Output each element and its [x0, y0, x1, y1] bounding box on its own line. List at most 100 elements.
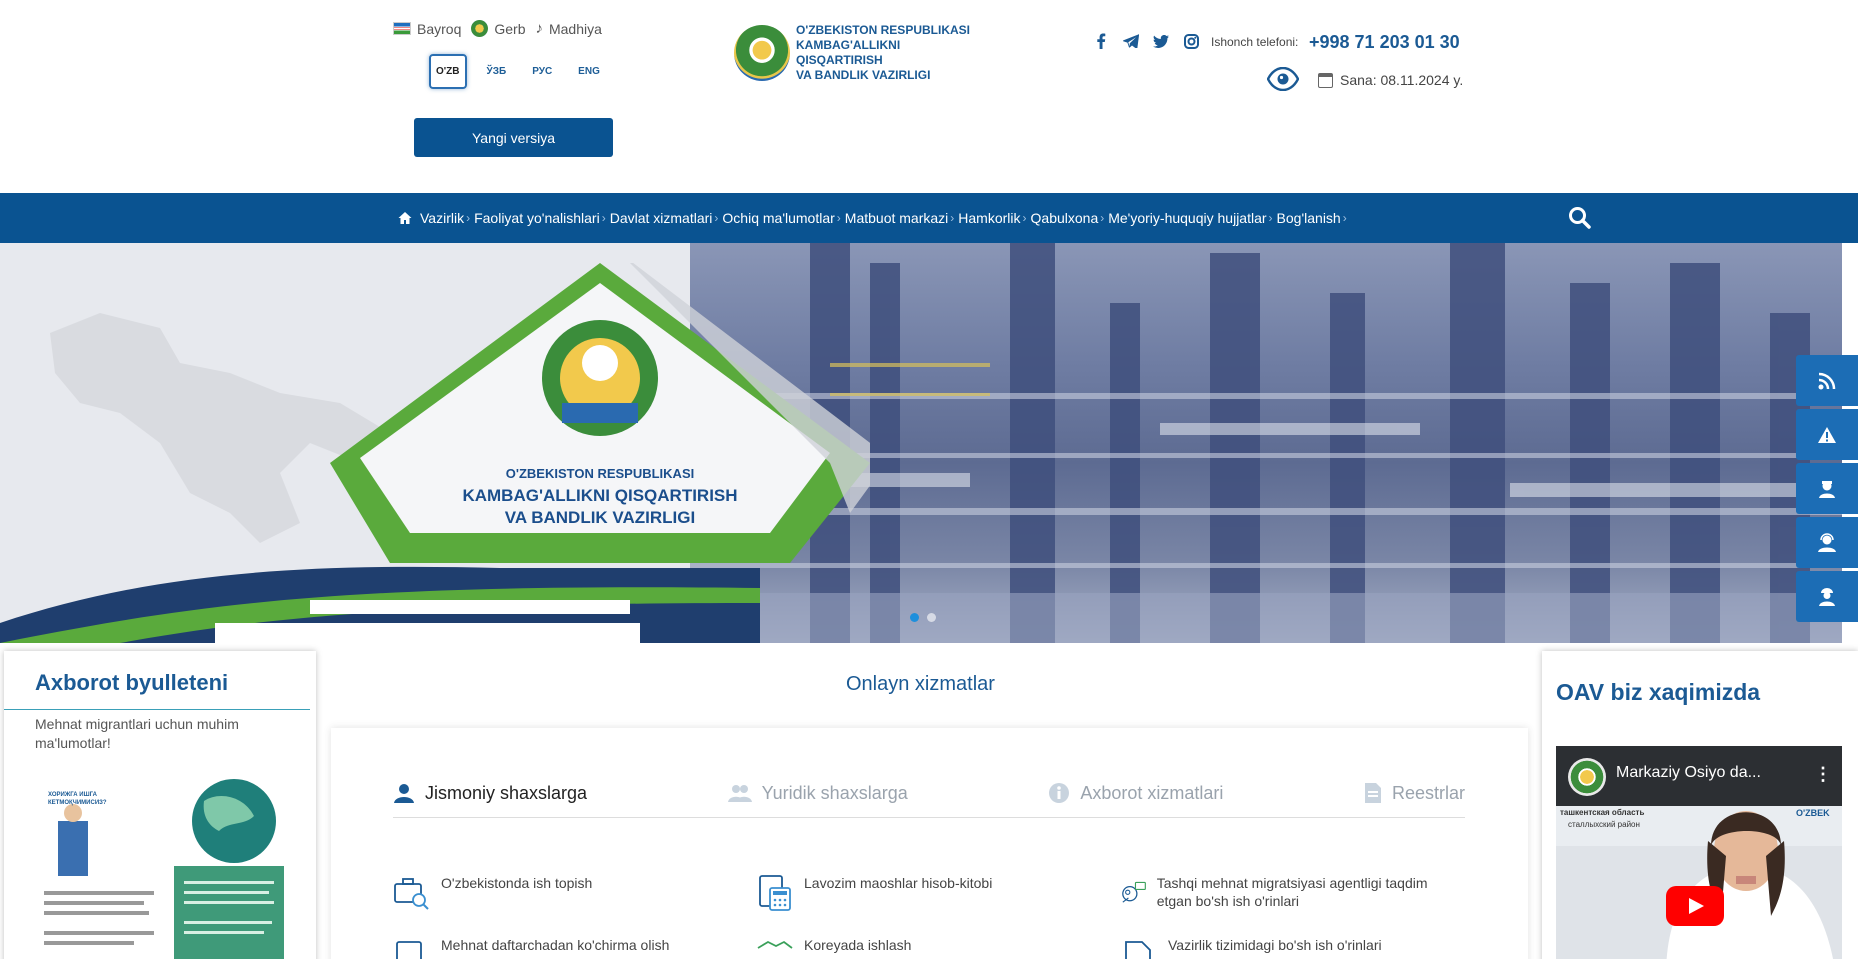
banner-title-line-1: O'ZBEKISTON RESPUBLIKASI — [505, 466, 695, 481]
tab-info-services[interactable]: Axborot xizmatlari — [1048, 778, 1223, 808]
symbol-emblem-link[interactable]: Gerb — [471, 20, 525, 37]
lang-ru[interactable]: РУС — [526, 56, 558, 87]
call-center-button[interactable] — [1796, 517, 1858, 568]
lang-uz-cyrillic[interactable]: ЎЗБ — [481, 56, 513, 87]
play-button-icon[interactable] — [1666, 886, 1724, 926]
symbol-flag-label: Bayroq — [417, 20, 462, 37]
nav-item-vazirlik[interactable]: Vazirlik › — [420, 210, 474, 226]
media-about-us-card: OAV biz xaqimizda Markaziy Osiyo da... ⋮… — [1542, 651, 1858, 959]
service-salary-calc[interactable]: Lavozim maoshlar hisob-kitobi — [756, 874, 1056, 912]
nav-item-label: Bog'lanish — [1276, 210, 1341, 226]
chevron-right-icon: › — [466, 211, 471, 225]
nav-item-hamkorlik[interactable]: Hamkorlik › — [958, 210, 1030, 226]
tab-label: Reestrlar — [1391, 782, 1465, 803]
tab-label: Axborot xizmatlari — [1080, 782, 1224, 803]
new-version-button[interactable]: Yangi versiya — [414, 118, 613, 157]
service-migration-vacancies[interactable]: Tashqi mehnat migratsiyasi agentligi taq… — [1120, 874, 1450, 912]
telegram-icon[interactable] — [1123, 33, 1139, 49]
nav-item-label: Faoliyat yo'nalishlari — [474, 210, 600, 226]
chevron-right-icon: › — [1268, 211, 1273, 225]
video-title[interactable]: Markaziy Osiyo da... — [1616, 764, 1761, 782]
person-headset-icon — [1818, 532, 1836, 552]
facebook-icon[interactable] — [1093, 33, 1109, 49]
search-icon[interactable] — [1567, 205, 1593, 231]
tab-legal-entities[interactable]: Yuridik shaxslarga — [727, 778, 908, 808]
chevron-right-icon: › — [836, 211, 841, 225]
symbol-emblem-label: Gerb — [494, 20, 526, 37]
chevron-right-icon: › — [1022, 211, 1027, 225]
banner-logo-diamond — [330, 263, 870, 563]
service-label: Tashqi mehnat migratsiyasi agentligi taq… — [1156, 875, 1428, 909]
service-workbook-extract[interactable]: Mehnat daftarchadan ko'chirma olish — [393, 936, 693, 959]
video-overlay-ru-2: сталлыхский район — [1568, 820, 1640, 829]
brand-line-3: VA BANDLIK VAZIRLIGI — [796, 68, 931, 82]
eye-icon[interactable] — [1266, 66, 1300, 92]
service-work-in-korea[interactable]: Koreyada ishlash — [756, 936, 1056, 959]
info-icon — [1049, 783, 1070, 803]
briefcase-search-icon — [394, 878, 429, 910]
handshake-icon — [757, 940, 793, 949]
chevron-right-icon: › — [601, 211, 606, 225]
tab-individuals[interactable]: Jismoniy shaxslarga — [393, 778, 587, 808]
service-label: Koreyada ishlash — [804, 937, 912, 953]
report-button[interactable] — [1796, 409, 1858, 460]
hero-slider[interactable]: O'ZBEKISTON RESPUBLIKASI KAMBAG'ALLIKNI … — [0, 243, 1842, 643]
nav-item-ochiq-malumotlar[interactable]: Ochiq ma'lumotlar › — [722, 210, 844, 226]
brand-logo-link[interactable]: O'ZBEKISTON RESPUBLIKASI KAMBAG'ALLIKNI … — [734, 23, 986, 83]
person-worker-icon — [1819, 587, 1835, 606]
service-label: O'zbekistonda ish topish — [441, 875, 593, 891]
service-ministry-vacancies[interactable]: Vazirlik tizimidagi bo'sh ish o'rinlari — [1120, 936, 1450, 959]
symbol-flag-link[interactable]: Bayroq — [393, 20, 461, 37]
nav-item-boglanish[interactable]: Bog'lanish › — [1277, 210, 1351, 226]
page: Bayroq Gerb ♪ Madhiya O'ZB ЎЗБ РУС ENG Y… — [0, 0, 1858, 959]
brand-line-1: O'ZBEKISTON RESPUBLIKASI — [796, 23, 970, 37]
slider-dot-1[interactable] — [910, 613, 919, 622]
symbol-anthem-label: Madhiya — [548, 20, 602, 37]
nav-item-meyoriy-hujjatlar[interactable]: Me'yoriy-huquqiy hujjatlar › — [1108, 210, 1276, 226]
info-bulletin-card: Axborot byulleteni Mehnat migrantlari uc… — [4, 651, 316, 959]
info-bulletin-title[interactable]: Axborot byulleteni — [35, 670, 228, 696]
more-options-icon[interactable]: ⋮ — [1814, 764, 1832, 785]
chevron-right-icon: › — [1342, 211, 1347, 225]
online-services-title: Onlayn xizmatlar — [846, 673, 995, 695]
chevron-right-icon: › — [1100, 211, 1105, 225]
document-icon — [1125, 941, 1151, 959]
service-label: Vazirlik tizimidagi bo'sh ish o'rinlari — [1168, 937, 1382, 953]
lang-uz-latin[interactable]: O'ZB — [429, 54, 467, 89]
symbol-anthem-link[interactable]: ♪ Madhiya — [535, 20, 601, 37]
youtube-video-embed[interactable]: Markaziy Osiyo da... ⋮ ташкентская облас… — [1556, 746, 1842, 959]
banner-title-line-2: KAMBAG'ALLIKNI QISQARTIRISH — [462, 486, 738, 505]
brand-line-2: KAMBAG'ALLIKNI QISQARTIRISH — [796, 38, 901, 67]
service-label: Mehnat daftarchadan ko'chirma olish — [441, 937, 670, 953]
nav-item-davlat-xizmatlari[interactable]: Davlat xizmatlari › — [610, 210, 723, 226]
nav-item-label: Ochiq ma'lumotlar — [722, 210, 835, 226]
lang-en[interactable]: ENG — [572, 56, 606, 87]
state-symbols: Bayroq Gerb ♪ Madhiya — [393, 20, 602, 37]
chevron-right-icon: › — [950, 211, 955, 225]
media-about-us-title[interactable]: OAV biz xaqimizda — [1556, 679, 1760, 706]
nav-item-faoliyat[interactable]: Faoliyat yo'nalishlari › — [474, 210, 610, 226]
twitter-icon[interactable] — [1153, 33, 1169, 49]
nav-item-matbuot-markazi[interactable]: Matbuot markazi › — [845, 210, 958, 226]
state-emblem-logo — [734, 25, 790, 81]
main-navigation: Vazirlik › Faoliyat yo'nalishlari › Davlat… — [0, 193, 1858, 243]
music-note-icon: ♪ — [535, 20, 543, 37]
nav-item-qabulxona[interactable]: Qabulxona › — [1031, 210, 1109, 226]
worker-button[interactable] — [1796, 571, 1858, 622]
current-date: Sana: 08.11.2024 y. — [1340, 72, 1464, 88]
home-icon[interactable] — [398, 211, 412, 225]
hotline-number[interactable]: +998 71 203 01 30 — [1309, 32, 1460, 53]
nav-item-label: Hamkorlik — [958, 210, 1021, 226]
reception-button[interactable] — [1796, 463, 1858, 514]
nav-items: Vazirlik › Faoliyat yo'nalishlari › Davlat… — [398, 193, 1351, 243]
rss-button[interactable] — [1796, 355, 1858, 406]
slider-dot-2[interactable] — [927, 613, 936, 622]
header: Bayroq Gerb ♪ Madhiya O'ZB ЎЗБ РУС ENG Y… — [0, 0, 1858, 193]
instagram-icon[interactable] — [1183, 33, 1199, 49]
hotline-label: Ishonch telefoni: — [1211, 35, 1299, 49]
services-tabs: Jismoniy shaxslarga Yuridik shaxslarga A… — [393, 778, 1465, 818]
tab-registries[interactable]: Reestrlar — [1364, 778, 1465, 808]
service-find-job[interactable]: O'zbekistonda ish topish — [393, 874, 693, 912]
nav-item-label: Matbuot markazi — [844, 210, 949, 226]
video-overlay-ru: ташкентская область — [1560, 808, 1645, 817]
